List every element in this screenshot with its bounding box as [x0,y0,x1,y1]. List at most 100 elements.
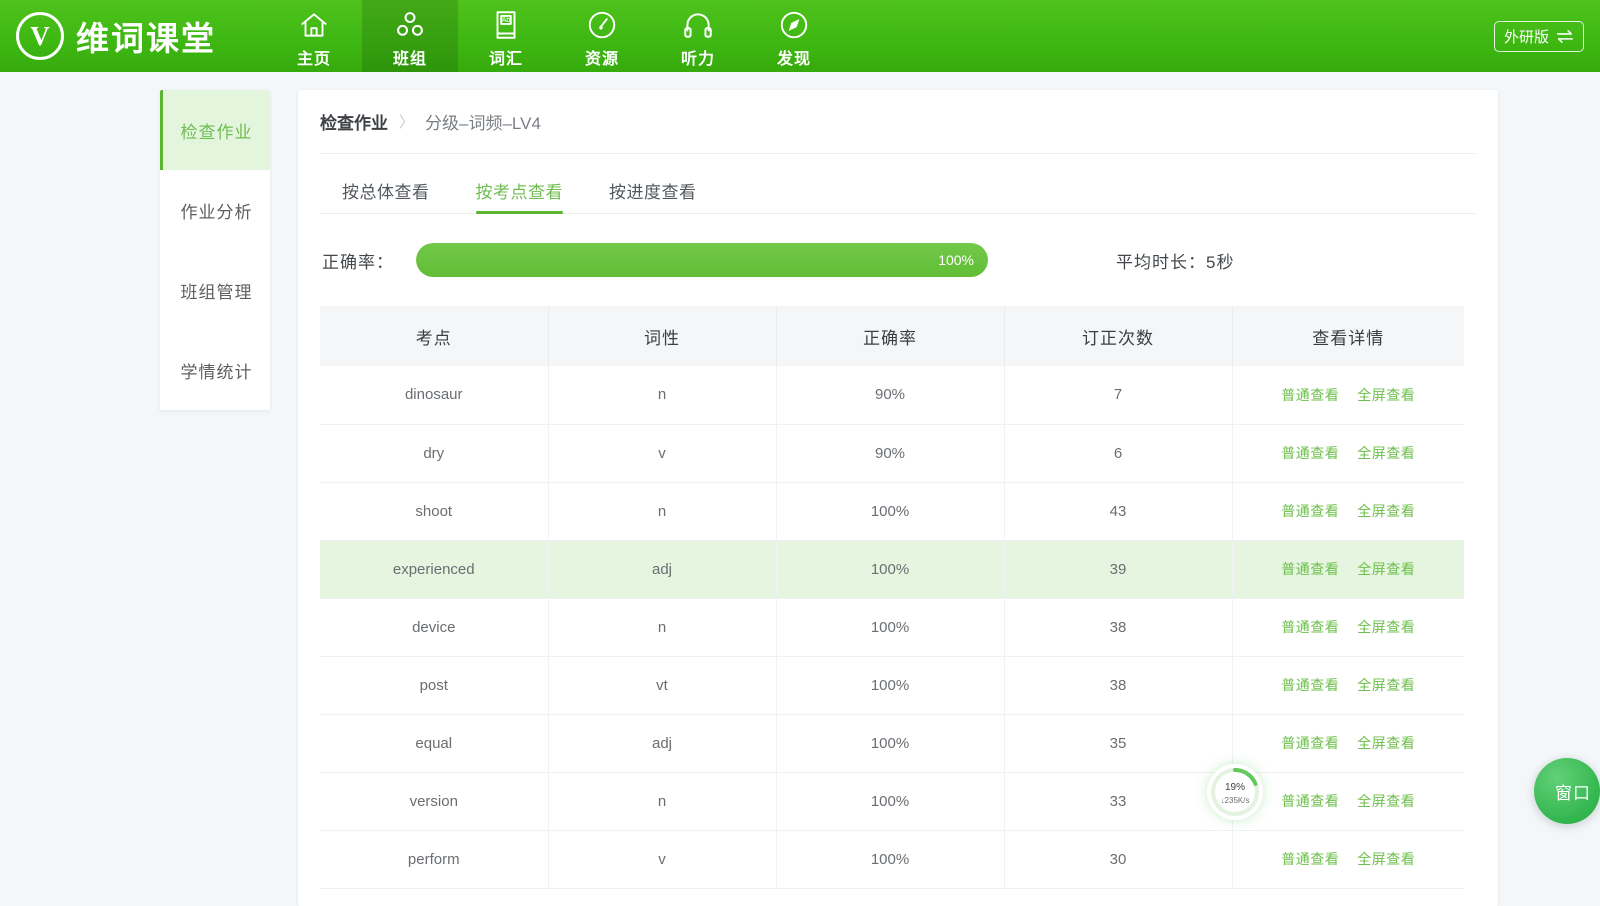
topnav-right-area: 外研版 [1493,0,1600,72]
cell-accuracy: 100% [776,598,1005,657]
cell-pos: adj [548,714,777,773]
cell-actions: 普通查看 全屏查看 [1232,598,1465,657]
nav-item-resources[interactable]: 资源 [554,0,650,72]
main-nav-items: 主页 班组 Ab 词汇 资源 听力 发现 [266,0,842,72]
sidebar-item-class-management[interactable]: 班组管理 [160,250,270,330]
col-header-accuracy: 正确率 [776,306,1005,366]
normal-view-link[interactable]: 普通查看 [1281,617,1339,637]
cell-pos: n [548,772,777,831]
sidebar-item-homework-analysis[interactable]: 作业分析 [160,170,270,250]
action-links: 普通查看 全屏查看 [1233,675,1465,695]
table-header-row: 考点 词性 正确率 订正次数 查看详情 [320,306,1464,366]
table-row[interactable]: experienced adj 100% 39 普通查看 全屏查看 [320,540,1465,599]
table-row[interactable]: dry v 90% 6 普通查看 全屏查看 [320,424,1465,483]
tab-label: 按进度查看 [609,183,697,202]
fullscreen-view-link[interactable]: 全屏查看 [1357,501,1415,521]
table-row[interactable]: version n 100% 33 普通查看 全屏查看 [320,772,1465,831]
version-switch-button[interactable]: 外研版 [1493,20,1584,52]
home-icon [297,8,331,42]
table-row[interactable]: perform v 100% 30 普通查看 全屏查看 [320,830,1464,889]
cell-actions: 普通查看 全屏查看 [1232,830,1464,889]
window-float-button[interactable]: 窗口 [1534,758,1600,824]
cell-testpoint: post [320,656,549,715]
normal-view-link[interactable]: 普通查看 [1281,849,1339,869]
action-links: 普通查看 全屏查看 [1233,443,1465,463]
table-row[interactable]: shoot n 100% 43 普通查看 全屏查看 [320,482,1464,541]
tab-by-testpoint-view[interactable]: 按考点查看 [475,178,564,214]
compass-icon [777,8,811,42]
nav-item-group[interactable]: 班组 [362,0,458,72]
svg-text:Ab: Ab [502,17,511,24]
fullscreen-view-link[interactable]: 全屏查看 [1357,791,1415,811]
table-row[interactable]: device n 100% 38 普通查看 全屏查看 [320,598,1465,657]
action-links: 普通查看 全屏查看 [1233,559,1465,579]
cell-pos: v [548,830,777,889]
cell-pos: v [548,424,777,483]
cell-actions: 普通查看 全屏查看 [1232,482,1464,541]
version-label: 外研版 [1503,28,1549,46]
nav-item-discover[interactable]: 发现 [746,0,842,72]
fullscreen-view-link[interactable]: 全屏查看 [1357,617,1415,637]
normal-view-link[interactable]: 普通查看 [1281,385,1339,405]
nav-item-home[interactable]: 主页 [266,0,362,72]
normal-view-link[interactable]: 普通查看 [1281,501,1339,521]
normal-view-link[interactable]: 普通查看 [1281,443,1339,463]
table-row[interactable]: dinosaur n 90% 7 普通查看 全屏查看 [320,366,1465,425]
cell-accuracy: 90% [776,366,1005,425]
cell-accuracy: 90% [776,424,1005,483]
nav-label: 听力 [680,50,715,68]
cell-pos: n [548,598,777,657]
headphones-icon [681,8,715,42]
cell-accuracy: 100% [776,656,1005,715]
download-percent-number: 19 [1224,782,1237,793]
nav-label: 词汇 [488,50,523,68]
cell-accuracy: 100% [776,540,1005,599]
fullscreen-view-link[interactable]: 全屏查看 [1357,849,1415,869]
view-tabs: 按总体查看 按考点查看 按进度查看 [320,154,1476,214]
action-links: 普通查看 全屏查看 [1233,791,1465,811]
testpoint-table: 考点 词性 正确率 订正次数 查看详情 dinosaur n 90% 7 普通查看 全屏查… [320,306,1464,889]
average-duration-text: 平均时长：5秒 [1116,252,1235,272]
fullscreen-view-link[interactable]: 全屏查看 [1357,559,1415,579]
download-progress-widget[interactable]: 19% ↓235K/s [1207,764,1263,820]
fullscreen-view-link[interactable]: 全屏查看 [1357,443,1415,463]
col-header-corrections: 订正次数 [1004,306,1233,366]
gauge-icon [585,8,619,42]
cell-corrections: 35 [1004,714,1233,773]
nav-item-listening[interactable]: 听力 [650,0,746,72]
cell-corrections: 38 [1004,598,1233,657]
table-row[interactable]: post vt 100% 38 普通查看 全屏查看 [320,656,1465,715]
cell-corrections: 38 [1004,656,1233,715]
chevron-right-icon: 〉 [399,114,415,131]
fullscreen-view-link[interactable]: 全屏查看 [1357,675,1415,695]
cell-actions: 普通查看 全屏查看 [1232,540,1465,599]
cell-pos: vt [548,656,777,715]
breadcrumb-root[interactable]: 检查作业 [320,109,388,134]
cell-testpoint: perform [320,830,549,889]
nav-item-vocabulary[interactable]: Ab 词汇 [458,0,554,72]
action-links: 普通查看 全屏查看 [1233,617,1465,637]
normal-view-link[interactable]: 普通查看 [1281,791,1339,811]
table-row[interactable]: equal adj 100% 35 普通查看 全屏查看 [320,714,1464,773]
cell-testpoint: dry [320,424,549,483]
tab-by-progress-view[interactable]: 按进度查看 [609,178,697,213]
tab-overall-view[interactable]: 按总体查看 [342,178,430,213]
cell-accuracy: 100% [776,482,1005,541]
sidebar-item-check-homework[interactable]: 检查作业 [160,90,270,170]
normal-view-link[interactable]: 普通查看 [1281,675,1339,695]
normal-view-link[interactable]: 普通查看 [1281,559,1339,579]
cell-accuracy: 100% [776,772,1005,831]
fullscreen-view-link[interactable]: 全屏查看 [1357,733,1415,753]
cell-corrections: 7 [1004,366,1233,425]
normal-view-link[interactable]: 普通查看 [1281,733,1339,753]
col-header-testpoint: 考点 [320,306,549,366]
accuracy-label: 正确率： [322,252,394,272]
download-percent-symbol: % [1236,782,1246,793]
nav-label: 资源 [584,50,619,68]
brand-logo[interactable]: V 维词课堂 [0,0,230,72]
sidebar-item-learning-stats[interactable]: 学情统计 [160,330,270,410]
cell-corrections: 39 [1004,540,1233,599]
cell-pos: adj [548,540,777,599]
fullscreen-view-link[interactable]: 全屏查看 [1357,385,1415,405]
action-links: 普通查看 全屏查看 [1233,385,1465,405]
